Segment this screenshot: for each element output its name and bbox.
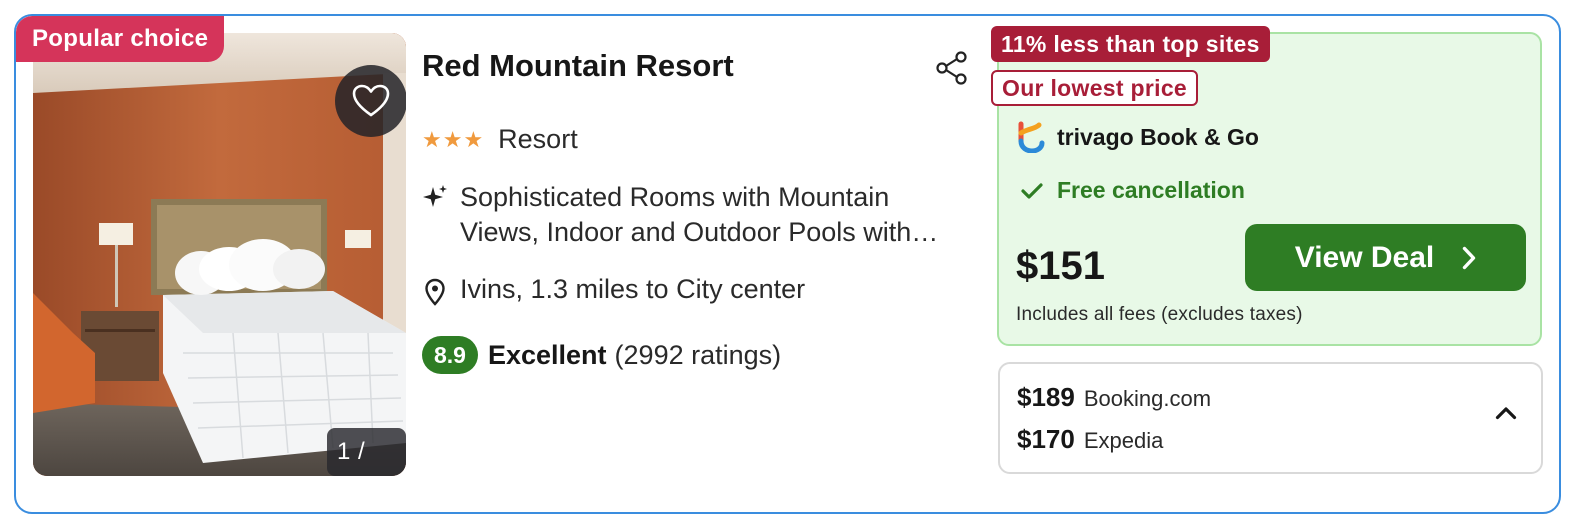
chevron-up-icon[interactable] xyxy=(1495,406,1517,425)
hotel-class-row: ★★★ Resort xyxy=(422,124,578,155)
offer-price: $189 xyxy=(1017,382,1075,412)
photo-counter: 1 / 48 xyxy=(327,428,406,476)
popular-choice-badge: Popular choice xyxy=(16,16,225,62)
hotel-name[interactable]: Red Mountain Resort xyxy=(422,48,734,84)
free-cancellation: Free cancellation xyxy=(1021,177,1245,204)
offer-site: Expedia xyxy=(1083,428,1164,453)
hotel-location[interactable]: Ivins, 1.3 miles to City center xyxy=(460,274,805,305)
rating-label: Excellent xyxy=(487,339,607,370)
highlight-row: Sophisticated Rooms with Mountain Views,… xyxy=(422,180,938,250)
rating-score: 8.9 xyxy=(422,336,478,374)
provider-name: trivago Book & Go xyxy=(1057,123,1259,150)
check-icon xyxy=(1021,182,1043,199)
deal-price: $151 xyxy=(1016,244,1105,288)
favorite-button[interactable] xyxy=(335,65,406,137)
view-deal-label: View Deal xyxy=(1294,240,1435,274)
description-line-1: Sophisticated Rooms with Mountain xyxy=(460,182,890,212)
deal-provider: trivago Book & Go xyxy=(1017,121,1259,153)
offer-site: Booking.com xyxy=(1083,386,1212,411)
hotel-photo[interactable]: 1 / 48 xyxy=(33,33,406,476)
offer-row[interactable]: $170 Expedia xyxy=(1017,424,1163,455)
hotel-card[interactable]: 1 / 48 Popular choice Red Mountain Resor… xyxy=(14,14,1561,514)
rating-count: (2992 ratings) xyxy=(614,339,782,370)
rating-row[interactable]: 8.9 Excellent (2992 ratings) xyxy=(422,336,781,374)
sparkle-icon xyxy=(422,184,448,210)
hotel-description[interactable]: Sophisticated Rooms with Mountain Views,… xyxy=(460,180,938,250)
star-rating: ★★★ xyxy=(422,127,485,152)
fees-note: Includes all fees (excludes taxes) xyxy=(1016,304,1303,325)
heart-icon xyxy=(352,84,390,117)
share-icon xyxy=(936,51,967,85)
trivago-logo-icon xyxy=(1018,121,1045,153)
share-button[interactable] xyxy=(934,50,970,86)
hotel-type: Resort xyxy=(498,124,578,154)
description-line-2: Views, Indoor and Outdoor Pools with… xyxy=(460,217,939,247)
location-pin-icon xyxy=(422,278,448,306)
cancellation-label: Free cancellation xyxy=(1057,177,1245,203)
lowest-price-badge: Our lowest price xyxy=(991,70,1199,106)
location-row: Ivins, 1.3 miles to City center xyxy=(422,274,805,306)
view-deal-button[interactable]: View Deal xyxy=(1245,224,1526,291)
chevron-right-icon xyxy=(1462,246,1476,270)
discount-badge: 11% less than top sites xyxy=(991,26,1270,62)
other-offers-panel[interactable]: $189 Booking.com $170 Expedia xyxy=(998,362,1543,474)
offer-price: $170 xyxy=(1017,424,1075,454)
hotel-info: Red Mountain Resort ★★★ Resort Sophistic… xyxy=(420,16,980,486)
offer-row[interactable]: $189 Booking.com xyxy=(1017,382,1211,413)
